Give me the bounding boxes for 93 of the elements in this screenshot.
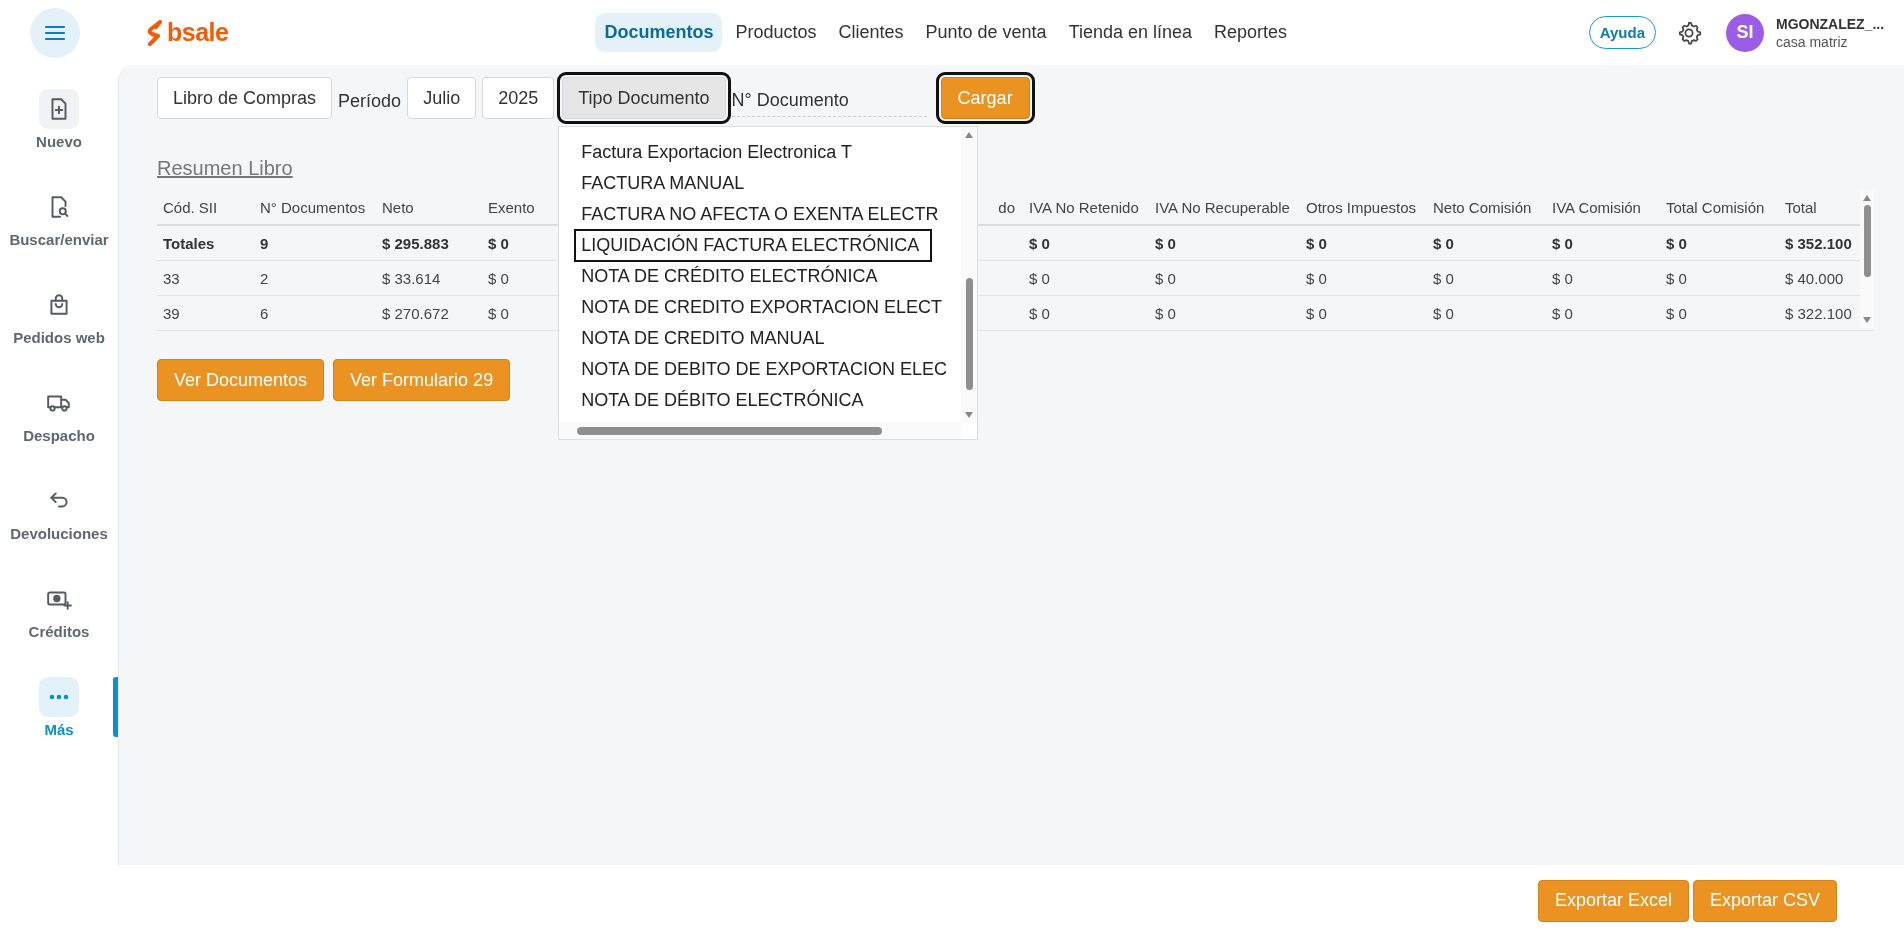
help-button[interactable]: Ayuda: [1588, 16, 1656, 49]
table-cell-text: $ 0: [1305, 269, 1328, 287]
column-header: N° Documentos: [259, 198, 367, 216]
column-header: IVA Comisión: [1551, 198, 1642, 216]
user-avatar[interactable]: SI: [1726, 13, 1764, 52]
scroll-thumb[interactable]: [965, 278, 973, 390]
nav-tab[interactable]: Clientes: [829, 13, 913, 52]
table-cell-text: 6: [259, 304, 270, 322]
table-cell-text: $ 0: [1551, 304, 1574, 322]
sidebar-item[interactable]: Buscar/enviar: [0, 187, 118, 248]
horizontal-scrollbar[interactable]: [559, 423, 962, 439]
column-header: IVA No Retenido: [1028, 198, 1140, 216]
menu-button[interactable]: [30, 7, 80, 58]
table-cell-text: $ 0: [1665, 269, 1688, 287]
table-scrollbar[interactable]: [1860, 190, 1874, 328]
column-header: Exento: [487, 198, 536, 216]
table-cell-text: 2: [259, 269, 270, 287]
dropdown-option[interactable]: FACTURA NO AFECTA O EXENTA ELECTR: [579, 199, 939, 230]
sidebar-item[interactable]: Despacho: [0, 383, 118, 444]
logo-icon: [146, 19, 164, 46]
column-header: Neto Comisión: [1432, 198, 1533, 216]
table-cell-text: 33: [162, 269, 181, 287]
menu-icon: [44, 23, 66, 42]
table-cell-text: $ 0: [1665, 234, 1688, 252]
month-selector[interactable]: Julio: [407, 77, 477, 119]
table-cell-text: $ 295.883: [381, 234, 450, 252]
sidebar-item[interactable]: Más: [0, 677, 118, 738]
sidebar-item[interactable]: Nuevo: [0, 89, 118, 150]
scroll-down-icon[interactable]: [1863, 317, 1871, 323]
column-header: Total Comisión: [1665, 198, 1766, 216]
table-cell-text: $ 352.100: [1784, 234, 1853, 252]
table-cell-text: 39: [162, 304, 181, 322]
user-name: MGONZALEZ_...: [1776, 15, 1886, 32]
column-header: do: [998, 198, 1015, 216]
column-header: Cód. SII: [162, 198, 219, 216]
dropdown-option[interactable]: LIQUIDACIÓN FACTURA ELECTRÓNICA: [575, 230, 932, 261]
table-cell-text: $ 0: [1551, 234, 1574, 252]
scroll-up-icon[interactable]: [1863, 195, 1871, 201]
nav-tab[interactable]: Tienda en línea: [1059, 13, 1202, 52]
vertical-scrollbar[interactable]: [961, 127, 978, 423]
settings-icon[interactable]: [1676, 19, 1702, 46]
logo-text: bsale: [167, 18, 229, 47]
table-cell-text: $ 270.672: [381, 304, 450, 322]
scroll-down-icon[interactable]: [965, 412, 974, 418]
table-cell-text: $ 322.100: [1784, 304, 1853, 322]
table-cell-text: $ 0: [1028, 269, 1051, 287]
table-cell-text: $ 0: [1154, 304, 1177, 322]
table-cell-text: $ 0: [1432, 269, 1455, 287]
dropdown-option[interactable]: NOTA DE CREDITO MANUAL: [579, 323, 825, 354]
table-cell-text: $ 0: [487, 234, 510, 252]
sidebar-item[interactable]: Créditos: [0, 579, 118, 640]
column-header: Total: [1784, 198, 1818, 216]
table-cell-text: 9: [259, 234, 270, 252]
dropdown-option[interactable]: NOTA DE CREDITO EXPORTACION ELECT: [579, 292, 942, 323]
table-cell-text: $ 0: [1305, 304, 1328, 322]
summary-link[interactable]: Resumen Libro: [157, 157, 293, 180]
scroll-thumb[interactable]: [1863, 205, 1871, 277]
table-cell-text: $ 33.614: [381, 269, 442, 287]
table-cell-text: $ 0: [1028, 234, 1051, 252]
column-header: IVA No Recuperable: [1154, 198, 1291, 216]
table-cell-text: $ 0: [1432, 234, 1455, 252]
nav-tab[interactable]: Documentos: [595, 13, 723, 52]
table-cell-text: $ 0: [1305, 234, 1328, 252]
column-header: Otros Impuestos: [1305, 198, 1418, 216]
dropdown-option[interactable]: FACTURA MANUAL: [579, 168, 745, 199]
scroll-thumb[interactable]: [577, 427, 883, 435]
table-cell-text: $ 0: [1028, 304, 1051, 322]
more-icon: [49, 694, 69, 700]
nav-tab[interactable]: Reportes: [1205, 13, 1297, 52]
sidebar-item[interactable]: Devoluciones: [0, 481, 118, 542]
dropdown-option[interactable]: NOTA DE DÉBITO ELECTRÓNICA: [579, 385, 864, 416]
table-cell-text: $ 0: [1154, 269, 1177, 287]
book-selector[interactable]: Libro de Compras: [157, 77, 333, 119]
dropdown-option[interactable]: NOTA DE DEBITO DE EXPORTACION ELEC: [579, 354, 947, 385]
table-cell-text: $ 0: [1432, 304, 1455, 322]
column-header: Neto: [381, 198, 415, 216]
table-cell-text: $ 0: [1154, 234, 1177, 252]
scroll-up-icon[interactable]: [965, 132, 974, 138]
table-cell-text: $ 0: [1665, 304, 1688, 322]
year-selector[interactable]: 2025: [482, 77, 555, 119]
sidebar-item[interactable]: Pedidos web: [0, 285, 118, 346]
table-cell-text: $ 40.000: [1784, 269, 1845, 287]
nav-tab[interactable]: Productos: [726, 13, 826, 52]
user-branch: casa matriz: [1776, 33, 1849, 50]
table-cell-text: $ 0: [1551, 269, 1574, 287]
period-label: Período: [338, 90, 402, 112]
document-number-field[interactable]: N° Documento: [731, 85, 927, 117]
table-cell-text: Totales: [162, 234, 216, 252]
nav-tab[interactable]: Punto de venta: [916, 13, 1056, 52]
dropdown-option[interactable]: NOTA DE CRÉDITO ELECTRÓNICA: [579, 261, 878, 292]
dropdown-option[interactable]: Factura Exportacion Electronica T: [579, 137, 852, 168]
table-cell-text: $ 0: [487, 269, 510, 287]
table-cell-text: $ 0: [487, 304, 510, 322]
